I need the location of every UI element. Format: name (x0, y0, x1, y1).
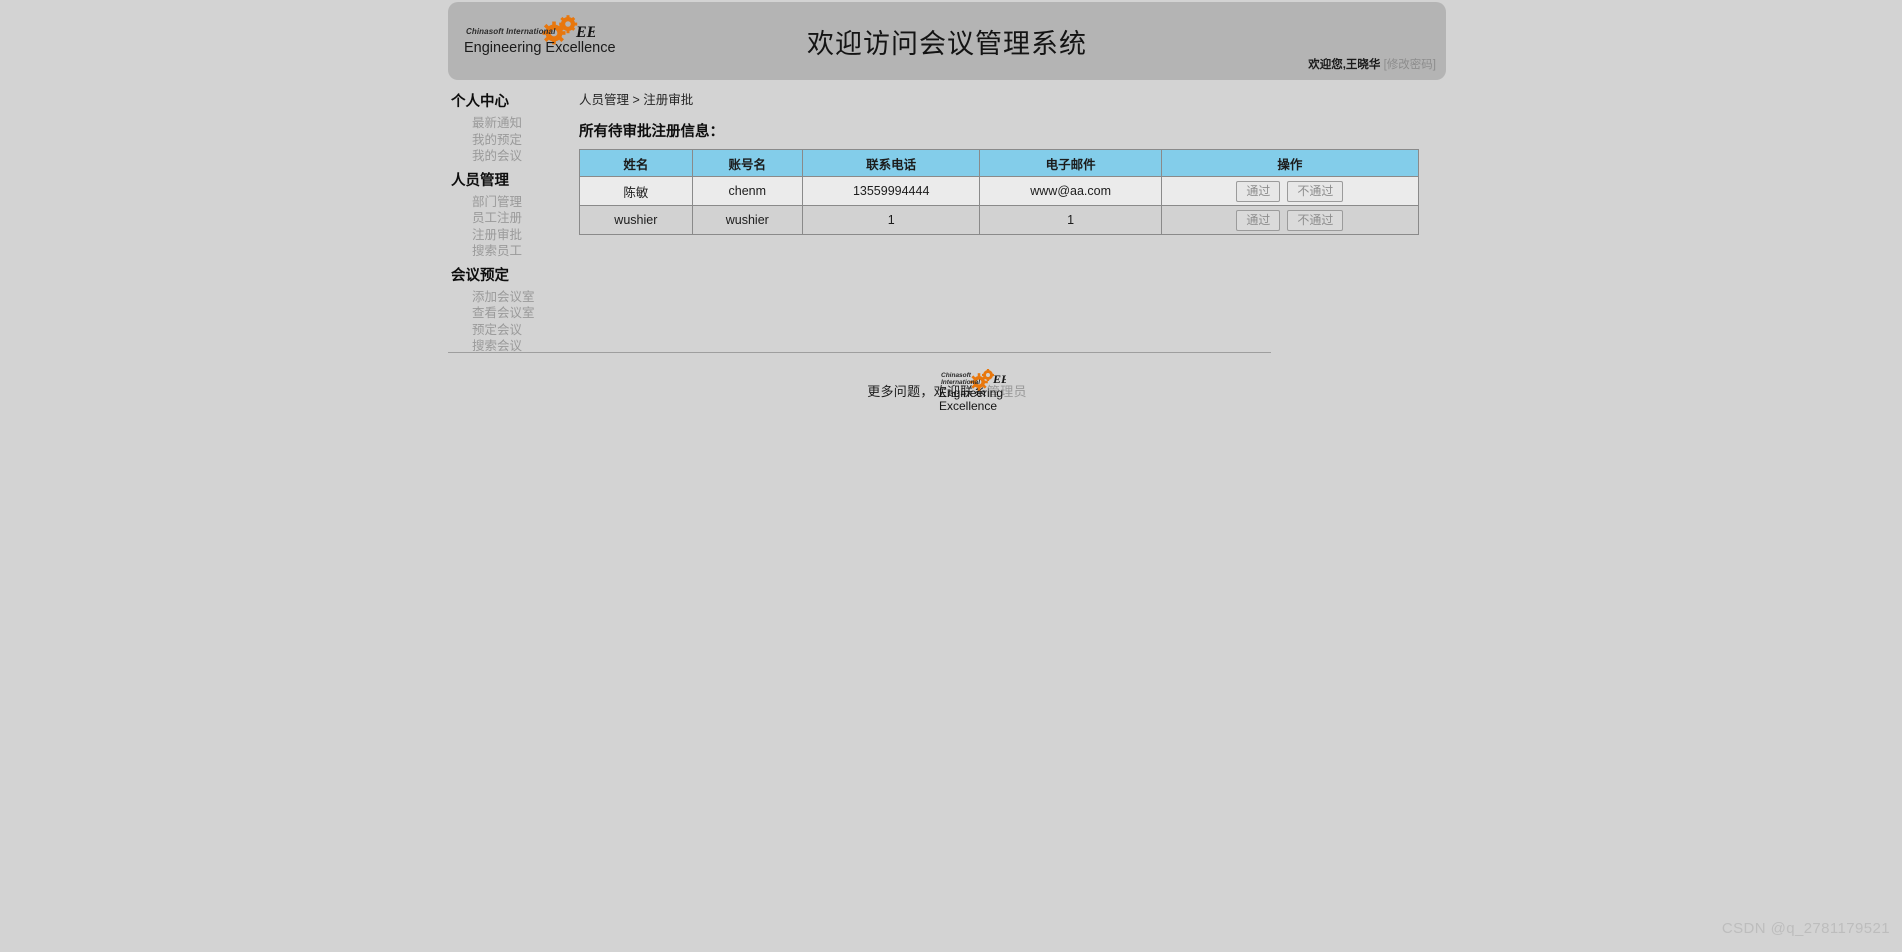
sidebar: 个人中心 最新通知 我的预定 我的会议 人员管理 部门管理 员工注册 注册审批 … (448, 92, 558, 361)
cell-phone: 1 (801, 205, 981, 235)
sidebar-item-book-meeting[interactable]: 预定会议 (448, 322, 558, 339)
change-password-link[interactable]: [修改密码] (1384, 59, 1436, 71)
column-header-name: 姓名 (579, 149, 693, 177)
column-header-email: 电子邮件 (979, 149, 1162, 177)
footer-logo-title: Engineering Excellence (939, 387, 1003, 413)
reject-button[interactable]: 不通过 (1287, 180, 1344, 202)
cell-email: 1 (979, 205, 1162, 235)
sidebar-group-title: 人员管理 (451, 172, 509, 189)
footer-logo-subtitle-line1: Chinasoft (941, 372, 971, 379)
sidebar-item-registration-approval[interactable]: 注册审批 (448, 227, 558, 244)
footer-divider (448, 352, 1271, 353)
reject-button[interactable]: 不通过 (1287, 209, 1344, 231)
breadcrumb: 人员管理 > 注册审批 (579, 93, 694, 107)
panel-title: 所有待审批注册信息： (579, 124, 724, 140)
sidebar-item-department-management[interactable]: 部门管理 (448, 194, 558, 211)
cell-account: wushier (691, 205, 803, 235)
cell-phone: 13559994444 (801, 176, 981, 206)
table-row: 陈敏 chenm 13559994444 www@aa.com 通过 不通过 (579, 176, 1420, 206)
sidebar-group-title: 个人中心 (451, 94, 509, 110)
approve-button[interactable]: 通过 (1236, 209, 1281, 231)
watermark: CSDN @q_2781179521 (1721, 920, 1890, 937)
sidebar-item-latest-notice[interactable]: 最新通知 (448, 115, 558, 132)
footer-logo: EE Chinasoft International Engineering E… (938, 369, 1009, 413)
sidebar-group-personal: 个人中心 最新通知 我的预定 我的会议 (448, 92, 558, 165)
welcome-prefix: 欢迎您, (1308, 59, 1346, 71)
column-header-action: 操作 (1160, 149, 1420, 177)
page-footer: 更多问题，欢迎联系管理员 E Chinasoft International E… (448, 352, 1446, 419)
cell-actions: 通过 不通过 (1160, 205, 1420, 235)
main-panel: 人员管理 > 注册审批 所有待审批注册信息： 姓名 账号名 联系电话 电子邮件 … (579, 92, 1446, 235)
sidebar-item-my-bookings[interactable]: 我的预定 (448, 132, 558, 149)
footer-logo-title-line2: Excellence (939, 399, 998, 413)
column-header-account: 账号名 (691, 149, 803, 177)
table-header-row: 姓名 账号名 联系电话 电子邮件 操作 (579, 149, 1420, 177)
svg-text:EE: EE (992, 372, 1006, 386)
approve-button[interactable]: 通过 (1236, 180, 1281, 202)
sidebar-item-search-employee[interactable]: 搜索员工 (448, 243, 558, 260)
sidebar-group-personnel: 人员管理 部门管理 员工注册 注册审批 搜索员工 (448, 171, 558, 260)
pending-registrations-table: 姓名 账号名 联系电话 电子邮件 操作 陈敏 chenm 13559994444… (579, 149, 1420, 235)
page-header: EE Chinasoft International Engineering E… (448, 2, 1446, 80)
welcome-bar: 欢迎您,王晓华 [修改密码] (1308, 56, 1436, 72)
user-name: 王晓华 (1345, 59, 1381, 71)
column-header-phone: 联系电话 (801, 149, 981, 177)
cell-actions: 通过 不通过 (1160, 176, 1420, 206)
cell-email: www@aa.com (979, 176, 1162, 206)
sidebar-item-view-meeting-room[interactable]: 查看会议室 (448, 305, 558, 322)
page-wrapper: EE Chinasoft International Engineering E… (448, 0, 1446, 392)
table-row: wushier wushier 1 1 通过 不通过 (579, 205, 1420, 235)
sidebar-item-employee-registration[interactable]: 员工注册 (448, 210, 558, 227)
cell-name: 陈敏 (579, 176, 693, 206)
content-area: 个人中心 最新通知 我的预定 我的会议 人员管理 部门管理 员工注册 注册审批 … (448, 92, 1446, 392)
sidebar-item-add-meeting-room[interactable]: 添加会议室 (448, 289, 558, 306)
sidebar-group-title: 会议预定 (451, 267, 509, 284)
page-title: 欢迎访问会议管理系统 (807, 29, 1087, 60)
cell-name: wushier (579, 205, 693, 235)
footer-logo-subtitle: Chinasoft International (941, 372, 981, 386)
footer-logo-subtitle-line2: International (941, 379, 981, 386)
cell-account: chenm (691, 176, 803, 206)
sidebar-item-my-meetings[interactable]: 我的会议 (448, 148, 558, 165)
sidebar-group-meeting: 会议预定 添加会议室 查看会议室 预定会议 搜索会议 (448, 266, 558, 355)
